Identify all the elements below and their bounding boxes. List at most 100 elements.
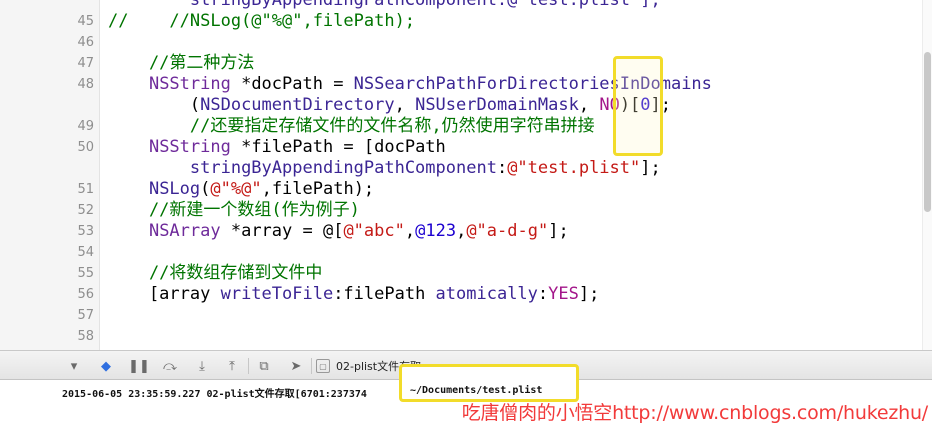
code-token: @"%@": [210, 179, 262, 199]
code-token: ];: [578, 284, 600, 304]
code-line: 47 //第二种方法: [0, 53, 922, 74]
code-line: 46: [0, 32, 922, 53]
code-text: NSLog(@"%@",filePath);: [108, 179, 374, 200]
code-token: ];: [640, 158, 661, 178]
editor-scrollbar-thumb[interactable]: [924, 52, 931, 212]
code-line: 53 NSArray *array = @[@"abc",@123,@"a-d-…: [0, 221, 922, 242]
code-line: 51 NSLog(@"%@",filePath);: [0, 179, 922, 200]
code-token: ,: [578, 95, 600, 115]
code-token: :: [537, 284, 549, 304]
code-token: writeToFile: [220, 284, 334, 304]
view-debugger-button[interactable]: ⧉: [254, 356, 274, 376]
code-token: ,: [394, 95, 416, 115]
code-line: 45 // //NSLog(@"%@",filePath);: [0, 11, 922, 32]
app-icon: ▢: [316, 359, 330, 373]
step-out-button[interactable]: ⤒: [222, 356, 242, 376]
code-token: //第二种方法: [108, 53, 255, 73]
line-number: 50: [77, 140, 94, 155]
line-number: 57: [77, 308, 94, 323]
step-into-icon: ⤓: [199, 358, 205, 374]
code-token: NSArray: [148, 221, 221, 241]
code-line: 55 //将数组存储到文件中: [0, 263, 922, 284]
line-number: 54: [77, 245, 94, 260]
code-line: 48 NSString *docPath = NSSearchPathForDi…: [0, 74, 922, 95]
code-token: stringByAppendingPathComponent:@"test.pl…: [108, 0, 661, 10]
console-log-path: ~/Documents/test.plist: [410, 385, 543, 396]
annotation-box-no-argument: [613, 56, 663, 156]
code-token: NSString: [148, 137, 231, 157]
pause-button[interactable]: ❚❚: [128, 356, 150, 376]
code-text: NSString *filePath = [docPath: [108, 137, 446, 158]
line-number: 51: [77, 182, 94, 197]
code-token: ];: [548, 221, 569, 241]
code-token: *filePath = [docPath: [230, 137, 446, 157]
code-text: stringByAppendingPathComponent:@"test.pl…: [108, 158, 661, 179]
code-token: NSString: [148, 74, 231, 94]
hide-console-icon: ▾: [70, 358, 78, 374]
code-lines: stringByAppendingPathComponent:@"test.pl…: [0, 0, 922, 347]
line-number: 56: [77, 287, 94, 302]
code-text: NSArray *array = @[@"abc",@123,@"a-d-g"]…: [108, 221, 569, 242]
code-token: (: [108, 95, 201, 115]
code-token: :: [496, 158, 508, 178]
line-number: 47: [77, 56, 94, 71]
line-number: 52: [77, 203, 94, 218]
annotation-box-path: [399, 364, 579, 402]
code-token: atomically: [435, 284, 538, 304]
code-token: stringByAppendingPathComponent: [189, 158, 497, 178]
code-line: 50 NSString *filePath = [docPath: [0, 137, 922, 158]
step-over-button[interactable]: ⤼: [160, 356, 180, 376]
step-over-icon: ⤼: [163, 358, 177, 374]
toolbar-separator: [311, 358, 312, 374]
code-line: 54: [0, 242, 922, 263]
simulate-location-button[interactable]: ➤: [286, 356, 306, 376]
code-token: //将数组存储到文件中: [108, 263, 323, 283]
code-line: (NSDocumentDirectory, NSUserDomainMask, …: [0, 95, 922, 116]
view-debugger-icon: ⧉: [259, 358, 269, 374]
breakpoint-icon: ◆: [101, 358, 111, 374]
code-token: //还要指定存储文件的文件名称,仍然使用字符串拼接: [108, 116, 595, 136]
watermark-text: 吃唐僧肉的小悟空http://www.cnblogs.com/hukezhu/: [461, 402, 929, 424]
code-text: //还要指定存储文件的文件名称,仍然使用字符串拼接: [108, 116, 595, 137]
pause-icon: ❚❚: [128, 358, 150, 374]
line-number: 58: [77, 329, 94, 344]
code-text: //将数组存储到文件中: [108, 263, 322, 284]
location-icon: ➤: [290, 358, 302, 374]
code-token: *array = @[: [220, 221, 344, 241]
code-line: 49 //还要指定存储文件的文件名称,仍然使用字符串拼接: [0, 116, 922, 137]
code-text: // //NSLog(@"%@",filePath);: [108, 11, 415, 32]
code-line: stringByAppendingPathComponent:@"test.pl…: [0, 0, 922, 11]
code-token: ,filePath);: [261, 179, 375, 199]
step-out-icon: ⤒: [229, 358, 235, 374]
line-number: 55: [77, 266, 94, 281]
code-token: NSDocumentDirectory: [200, 95, 395, 115]
line-number: 48: [77, 77, 94, 92]
code-token: YES: [548, 284, 579, 304]
code-line: 57: [0, 305, 922, 326]
code-line: stringByAppendingPathComponent:@"test.pl…: [0, 158, 922, 179]
editor-scrollbar[interactable]: [922, 0, 932, 350]
code-token: (: [200, 179, 211, 199]
code-token: //新建一个数组(作为例子): [108, 200, 360, 220]
step-into-button[interactable]: ⤓: [192, 356, 212, 376]
code-token: [array: [108, 284, 221, 304]
code-token: // //NSLog(@"%@",filePath);: [108, 11, 416, 31]
code-token: ,: [404, 221, 416, 241]
code-token: ,: [456, 221, 467, 241]
hide-console-button[interactable]: ▾: [64, 356, 84, 376]
line-number: 53: [77, 224, 94, 239]
code-token: @"test.plist": [507, 158, 641, 178]
breakpoints-toggle-button[interactable]: ◆: [96, 356, 116, 376]
toolbar-separator: [248, 358, 249, 374]
code-editor[interactable]: stringByAppendingPathComponent:@"test.pl…: [0, 0, 932, 350]
line-number: 49: [77, 119, 94, 134]
code-line: 58: [0, 326, 922, 347]
code-token: *docPath =: [230, 74, 354, 94]
code-token: @123: [415, 221, 457, 241]
code-token: NSLog: [148, 179, 201, 199]
